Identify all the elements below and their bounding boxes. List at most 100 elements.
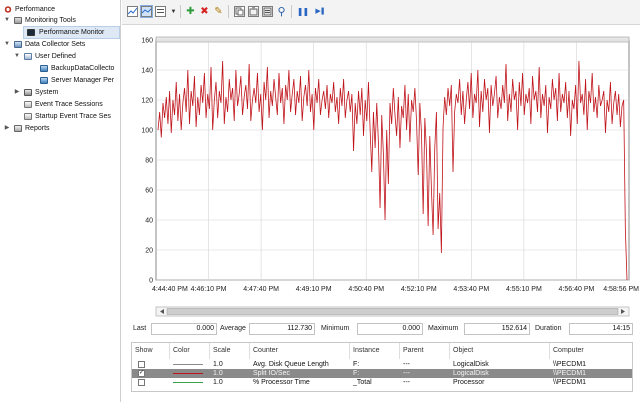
chevron-right-icon[interactable]: ▶ — [4, 123, 10, 134]
y-tick-label: 0 — [149, 278, 153, 285]
y-tick-label: 120 — [141, 98, 153, 105]
tree-label-backup-collector: BackupDataCollecto — [51, 65, 115, 72]
table-row[interactable]: ✓ 1.0 Split IO/Sec F: --- LogicalDisk \\… — [132, 369, 632, 378]
tree-item-performance-monitor[interactable]: Performance Monitor — [23, 26, 120, 39]
highlight-icon[interactable]: ✎ — [213, 6, 224, 17]
scale-cell: 1.0 — [213, 370, 223, 377]
toolbar-separator — [228, 5, 229, 18]
y-tick-label: 160 — [141, 38, 153, 45]
show-checkbox[interactable]: ✓ — [138, 370, 145, 377]
tree-item-user-defined[interactable]: ▼ User Defined — [12, 51, 120, 62]
x-tick-label: 4:53:40 PM — [453, 286, 489, 293]
toolbar-separator — [291, 5, 292, 18]
column-header-parent[interactable]: Parent — [400, 343, 450, 359]
minimum-value: 0.000 — [357, 323, 423, 335]
object-cell: Processor — [453, 379, 485, 386]
scale-cell: 1.0 — [213, 379, 223, 386]
paste-list-icon[interactable] — [248, 6, 259, 17]
view-graph-icon[interactable] — [127, 6, 138, 17]
report-view-icon[interactable] — [155, 6, 166, 17]
tree-item-data-collector-sets[interactable]: ▼ Data Collector Sets — [2, 39, 120, 50]
tree-label-user-defined: User Defined — [35, 53, 76, 60]
update-data-icon[interactable]: ▶❚ — [313, 6, 327, 17]
average-value: 112.730 — [249, 323, 315, 335]
tree-item-startup-event-trace[interactable]: Startup Event Trace Ses — [18, 111, 120, 122]
computer-cell: \\PECDM1 — [553, 379, 587, 386]
x-tick-label: 4:49:10 PM — [296, 286, 332, 293]
monitoring-tools-icon — [14, 17, 22, 24]
zoom-icon[interactable]: ⚲ — [276, 6, 287, 17]
last-label: Last — [133, 325, 147, 332]
tree-item-system[interactable]: ▶ System — [12, 87, 120, 98]
show-checkbox[interactable] — [138, 379, 145, 386]
tree-label-data-collector-sets: Data Collector Sets — [25, 41, 86, 48]
maximum-value: 152.614 — [464, 323, 530, 335]
tree-item-server-manager[interactable]: Server Manager Per — [30, 75, 120, 86]
startup-trace-icon — [24, 113, 32, 120]
x-tick-label: 4:55:10 PM — [506, 286, 542, 293]
column-header-computer[interactable]: Computer — [550, 343, 632, 359]
column-header-instance[interactable]: Instance — [350, 343, 400, 359]
counter-cell: Avg. Disk Queue Length — [253, 361, 329, 368]
tree-item-reports[interactable]: ▶ Reports — [2, 123, 120, 134]
column-header-show[interactable]: Show — [132, 343, 170, 359]
monitor-icon — [27, 29, 35, 36]
parent-cell: --- — [403, 361, 410, 368]
column-header-scale[interactable]: Scale — [210, 343, 250, 359]
instance-cell: F: — [353, 361, 360, 368]
table-row[interactable]: 1.0 Avg. Disk Queue Length F: --- Logica… — [132, 360, 632, 369]
table-row[interactable]: 1.0 % Processor Time _Total --- Processo… — [132, 378, 632, 387]
y-tick-label: 40 — [145, 218, 153, 225]
performance-monitor-window: Performance ▼ Monitoring Tools Performan… — [0, 0, 640, 402]
tree-label-monitoring-tools: Monitoring Tools — [25, 17, 76, 24]
chevron-down-icon[interactable]: ▼ — [4, 39, 10, 50]
system-icon — [24, 89, 32, 96]
y-tick-label: 60 — [145, 188, 153, 195]
delete-counter-icon[interactable]: ✖ — [199, 6, 210, 17]
x-tick-label: 4:46:10 PM — [191, 286, 227, 293]
dropdown-arrow-icon[interactable]: ▼ — [168, 6, 179, 17]
x-tick-label: 4:47:40 PM — [243, 286, 279, 293]
x-tick-label: 4:56:40 PM — [559, 286, 595, 293]
column-header-counter[interactable]: Counter — [250, 343, 350, 359]
computer-cell: \\PECDM1 — [553, 361, 587, 368]
parent-cell: --- — [403, 370, 410, 377]
performance-graph[interactable]: 0 20 40 60 80 100 120 140 160 4:44:40 PM 4:46:10 … — [122, 26, 640, 322]
x-tick-label: 4:50:40 PM — [348, 286, 384, 293]
copy-properties-icon[interactable] — [234, 6, 245, 17]
column-header-object[interactable]: Object — [450, 343, 550, 359]
graph-area[interactable]: 0 20 40 60 80 100 120 140 160 4:44:40 PM 4:46:10 … — [122, 26, 640, 322]
computer-cell: \\PECDM1 — [553, 370, 587, 377]
statistics-bar: Last 0.000 Average 112.730 Minimum 0.000… — [131, 322, 633, 336]
tree-item-performance[interactable]: Performance — [2, 4, 120, 15]
counter-cell: Split IO/Sec — [253, 370, 290, 377]
toolbar: ▼ ✚ ✖ ✎ ⚲ ❚❚ ▶❚ — [122, 0, 640, 25]
object-cell: LogicalDisk — [453, 370, 489, 377]
parent-cell: --- — [403, 379, 410, 386]
maximum-label: Maximum — [428, 325, 459, 332]
freeze-display-icon[interactable]: ❚❚ — [297, 6, 309, 17]
duration-label: Duration — [535, 325, 562, 332]
properties-icon[interactable] — [262, 6, 273, 17]
tree-item-event-trace-sessions[interactable]: Event Trace Sessions — [18, 99, 120, 110]
data-collector-set-icon — [40, 77, 48, 84]
column-header-color[interactable]: Color — [170, 343, 210, 359]
chevron-right-icon[interactable]: ▶ — [14, 87, 20, 98]
tree-item-backup-collector[interactable]: BackupDataCollecto — [30, 63, 120, 74]
y-tick-label: 140 — [141, 68, 153, 75]
add-counter-icon[interactable]: ✚ — [185, 6, 196, 17]
user-defined-icon — [24, 53, 32, 60]
chevron-down-icon[interactable]: ▼ — [14, 51, 20, 62]
y-tick-label: 80 — [145, 158, 153, 165]
reports-icon — [14, 125, 22, 132]
tree-item-monitoring-tools[interactable]: ▼ Monitoring Tools — [2, 15, 120, 26]
chevron-down-icon[interactable]: ▼ — [4, 15, 10, 26]
scrollbar-thumb[interactable] — [166, 308, 619, 315]
data-collector-set-icon — [40, 65, 48, 72]
duration-value: 14:15 — [569, 323, 633, 335]
change-graph-type-icon[interactable] — [140, 5, 153, 18]
x-tick-label: 4:58:56 PM — [603, 286, 639, 293]
show-checkbox[interactable] — [138, 361, 145, 368]
y-tick-label: 20 — [145, 248, 153, 255]
data-collector-sets-icon — [14, 41, 22, 48]
